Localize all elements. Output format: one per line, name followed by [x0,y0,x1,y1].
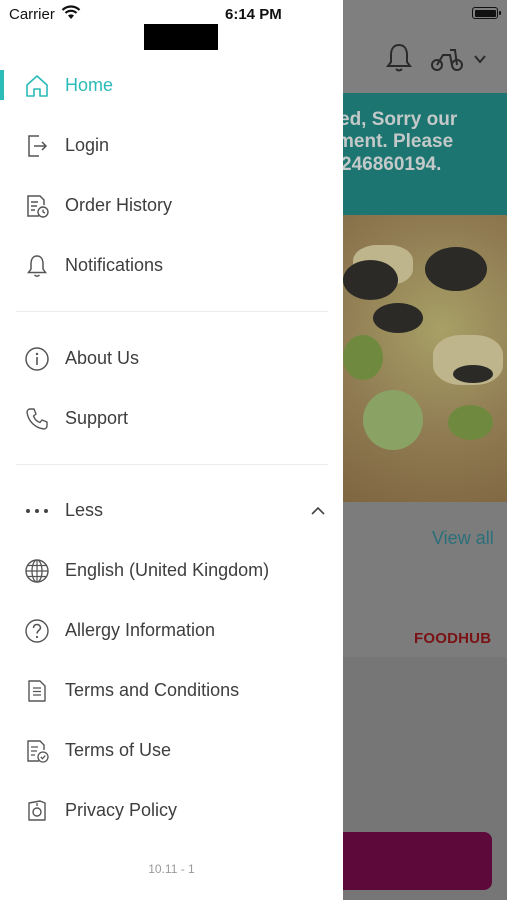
menu-item-label: English (United Kingdom) [65,560,270,580]
menu-item-terms-of-use[interactable]: Terms of Use [0,721,343,781]
status-time: 6:14 PM [225,6,282,23]
login-icon [28,135,48,157]
menu-item-support[interactable]: Support [0,389,343,449]
menu-item-label: Notifications [65,255,164,275]
menu-item-less-toggle[interactable]: Less [0,481,343,541]
menu-item-label: Allergy Information [65,620,216,640]
menu-divider [16,464,328,465]
document-icon [28,680,46,702]
background-view-all-link: View all [432,528,494,548]
background-brand-logo: FOODHUB [414,630,492,647]
background-cta-button [336,832,492,890]
menu-divider [16,311,328,312]
background-banner: ed, Sorry our ment. Please 246860194. [343,93,507,215]
menu-item-order-history[interactable]: Order History [0,176,343,236]
more-dots-icon [26,509,48,513]
menu-item-label: Terms and Conditions [65,680,240,700]
bell-icon [27,255,47,277]
background-delivery-icon [431,49,463,71]
document-check-icon [27,740,49,763]
info-icon [25,347,49,371]
wifi-icon [61,5,81,19]
banner-line: ed, Sorry our [343,109,458,130]
carrier-label: Carrier [9,6,55,23]
menu-item-home[interactable]: Home [0,56,343,116]
battery-icon [472,7,501,19]
menu-item-label: Order History [65,195,173,215]
background-chevron-down-icon [474,55,486,64]
phone-icon [26,408,48,430]
home-icon [26,75,48,97]
background-food-image [343,215,507,502]
side-drawer: Carrier 6:14 PM Home Login Order History… [0,0,343,900]
redacted-block [144,24,218,50]
menu-item-label: Less [65,500,104,520]
banner-line: 246860194. [343,154,442,175]
menu-item-label: Terms of Use [65,740,172,760]
question-icon [25,619,49,643]
globe-icon [25,559,49,583]
menu-item-allergy-information[interactable]: Allergy Information [0,601,343,661]
menu-item-about-us[interactable]: About Us [0,329,343,389]
privacy-icon [28,800,46,821]
menu-item-label: Support [65,408,129,428]
menu-item-privacy-policy[interactable]: Privacy Policy [0,781,343,841]
menu-item-label: Home [65,75,114,95]
menu-item-label: About Us [65,348,140,368]
chevron-up-icon [311,506,325,515]
menu-item-label: Privacy Policy [65,800,178,820]
order-history-icon [27,195,49,218]
menu-item-terms-and-conditions[interactable]: Terms and Conditions [0,661,343,721]
menu-item-language[interactable]: English (United Kingdom) [0,541,343,601]
menu-item-login[interactable]: Login [0,116,343,176]
background-bell-icon [386,43,412,72]
menu-item-notifications[interactable]: Notifications [0,236,343,296]
banner-line: ment. Please [343,131,454,152]
menu-item-label: Login [65,135,110,155]
app-version: 10.11 - 1 [148,862,195,876]
